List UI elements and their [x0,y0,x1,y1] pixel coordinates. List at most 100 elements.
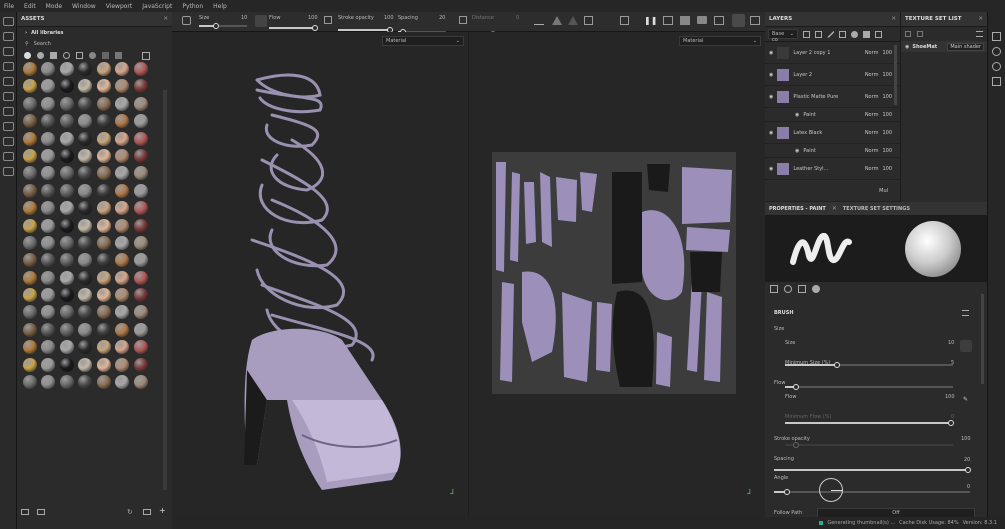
brushes-filter-icon[interactable] [76,52,83,59]
material-swatch[interactable] [21,270,38,285]
split-view-icon[interactable] [663,16,673,25]
material-swatch[interactable] [21,322,38,337]
eye-icon[interactable]: ◉ [769,50,773,56]
channel-dropdown[interactable]: Base co ⌄ [768,29,798,43]
bake-icon[interactable] [3,137,14,146]
menu-item-file[interactable]: File [4,3,14,10]
material-swatch[interactable] [58,235,75,250]
align-icon[interactable] [534,16,544,25]
size-value[interactable]: 10 [948,340,954,346]
material-swatch[interactable] [40,114,57,129]
delete-layer-icon[interactable] [875,30,882,38]
add-group-icon[interactable] [851,30,858,38]
library-selector[interactable]: › All libraries [17,27,172,38]
flow-pressure-icon[interactable]: ✎ [963,396,968,403]
material-swatch[interactable] [132,183,149,198]
material-swatch[interactable] [58,166,75,181]
layer-row[interactable]: ◉ Layer 2 Norm 100 [765,64,900,86]
pause-icon[interactable]: ❚❚ [644,16,657,25]
folder-icon[interactable] [143,509,151,515]
material-swatch[interactable] [95,79,112,94]
material-swatch[interactable] [77,96,94,111]
material-swatch[interactable] [77,218,94,233]
material-swatch[interactable] [114,166,131,181]
spacing-slider[interactable] [774,489,970,495]
blend-mode[interactable]: Mul [879,188,888,194]
material-swatch[interactable] [95,235,112,250]
alpha-tab-icon[interactable] [784,285,792,293]
flow-slider[interactable] [785,420,954,426]
material-swatch[interactable] [132,201,149,216]
material-swatch[interactable] [95,218,112,233]
material-swatch[interactable] [58,322,75,337]
materials-filter-icon[interactable] [24,52,31,59]
material-swatch[interactable] [77,270,94,285]
blend-mode[interactable]: Norm [865,50,879,56]
material-swatch[interactable] [77,322,94,337]
toolbar-size-slider[interactable] [199,23,247,29]
toggle-icon[interactable] [905,31,911,37]
material-swatch[interactable] [58,201,75,216]
material-swatch[interactable] [132,114,149,129]
clone-icon[interactable] [3,107,14,116]
search-field[interactable]: ⚲ Search [17,38,172,49]
material-swatch[interactable] [114,322,131,337]
material-swatch[interactable] [95,305,112,320]
paint-brush-icon[interactable] [3,17,14,26]
viewport2-mode-dropdown[interactable]: Material ⌄ [679,36,761,46]
material-swatch[interactable] [114,357,131,372]
material-swatch[interactable] [132,79,149,94]
layer-row[interactable]: ◉ Layer 2 copy 1 Norm 100 [765,42,900,64]
material-swatch[interactable] [77,375,94,390]
tab-texture-set-settings[interactable]: TEXTURE SET SETTINGS [843,206,910,212]
material-swatch[interactable] [58,114,75,129]
material-swatch[interactable] [40,183,57,198]
material-swatch[interactable] [114,218,131,233]
material-swatch[interactable] [21,114,38,129]
toolbar-stroke-slider[interactable] [338,27,393,33]
material-swatch[interactable] [58,357,75,372]
material-swatch[interactable] [77,183,94,198]
material-swatch[interactable] [114,235,131,250]
layer-opacity[interactable]: 100 [882,50,892,56]
menu-item-mode[interactable]: Mode [46,3,62,10]
material-swatch[interactable] [95,340,112,355]
smart-materials-filter-icon[interactable] [37,52,44,59]
angle-dial[interactable] [819,478,843,502]
material-swatch[interactable] [40,148,57,163]
min-size-slider[interactable] [785,384,953,390]
material-swatch[interactable] [58,270,75,285]
material-swatch[interactable] [21,218,38,233]
blend-mode[interactable]: Norm [865,94,879,100]
material-swatch[interactable] [77,62,94,76]
close-icon[interactable]: ✕ [832,205,837,212]
refresh-icon[interactable]: ↻ [127,508,133,516]
screenshot-icon[interactable] [750,16,760,25]
angle-value[interactable]: 0 [967,484,970,490]
material-swatch[interactable] [114,253,131,268]
list-icon[interactable] [37,509,45,515]
material-swatch[interactable] [21,79,38,94]
material-swatch[interactable] [21,235,38,250]
eye-icon[interactable]: ◉ [769,130,773,136]
paint-mode-icon[interactable] [732,14,745,27]
material-swatch[interactable] [132,235,149,250]
camera-icon[interactable] [697,16,707,24]
symmetry-icon[interactable] [182,16,191,25]
display-settings-icon[interactable] [992,32,1001,41]
material-swatch[interactable] [132,131,149,146]
projection-icon[interactable] [3,47,14,56]
material-swatch[interactable] [21,288,38,303]
material-swatch[interactable] [21,96,38,111]
layer-row[interactable]: ◉ Paint Norm 100 [765,108,900,122]
material-swatch[interactable] [114,340,131,355]
material-swatch[interactable] [95,375,112,390]
layer-opacity[interactable]: 100 [882,72,892,78]
layers-scrollbar[interactable] [894,45,897,105]
eye-icon[interactable]: ◉ [769,72,773,78]
material-swatch[interactable] [114,131,131,146]
menu-item-window[interactable]: Window [72,3,96,10]
material-swatch[interactable] [95,183,112,198]
section-menu-icon[interactable] [962,310,969,316]
spacing-value[interactable]: 20 [964,457,970,463]
